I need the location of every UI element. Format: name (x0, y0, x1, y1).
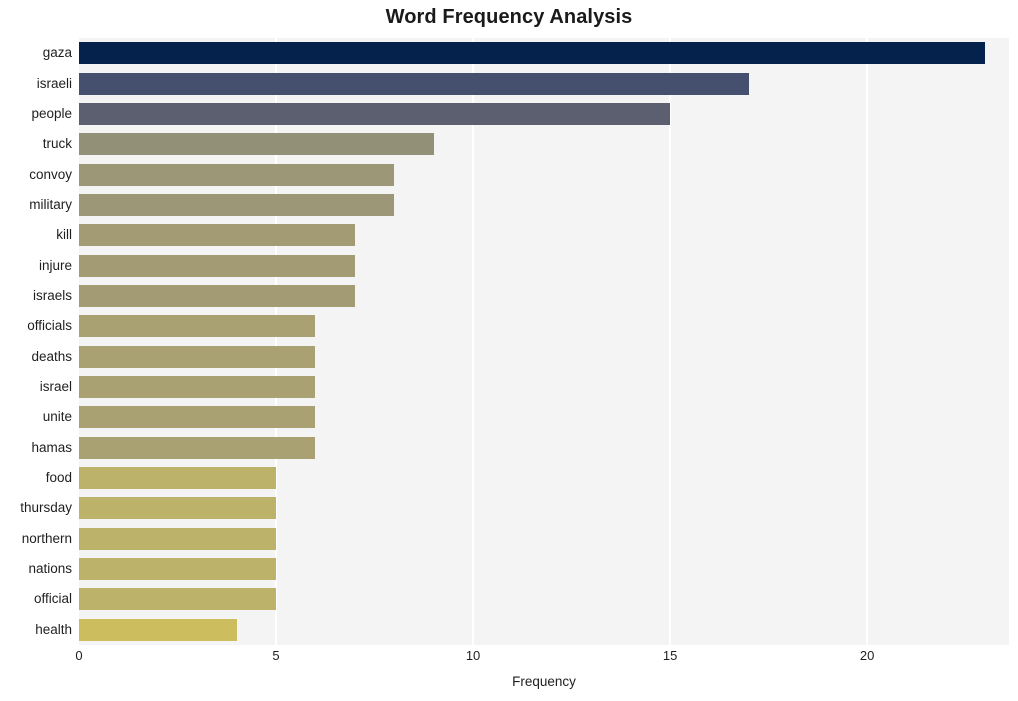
bar-thursday (79, 497, 277, 520)
bar-official (79, 588, 277, 611)
bar-injure (79, 254, 355, 277)
y-axis-label-nations: nations (28, 561, 72, 577)
y-axis-label-food: food (45, 470, 72, 486)
bar-row (79, 102, 1009, 125)
y-axis-label-thursday: thursday (20, 500, 72, 516)
y-axis-label-health: health (35, 621, 72, 637)
bar-row (79, 618, 1009, 641)
bar-row (79, 315, 1009, 338)
bar-deaths (79, 345, 316, 368)
bar-row (79, 345, 1009, 368)
y-axis-label-injure: injure (38, 257, 72, 273)
bar-israeli (79, 72, 749, 95)
bar-northern (79, 527, 277, 550)
bar-health (79, 618, 237, 641)
y-axis-label-official: official (33, 591, 72, 607)
x-axis-tick-15: 15 (662, 648, 678, 663)
y-axis-label-people: people (31, 105, 72, 121)
bar-convoy (79, 163, 395, 186)
x-axis-tick-0: 0 (75, 648, 83, 663)
y-axis-label-israeli: israeli (36, 75, 72, 91)
y-axis-label-hamas: hamas (31, 439, 72, 455)
y-axis-label-unite: unite (42, 409, 72, 425)
y-axis-label-israels: israels (32, 287, 72, 303)
x-axis-ticks: 0 5 10 15 20 (0, 648, 1018, 668)
bars-layer (79, 38, 1009, 645)
bar-row (79, 497, 1009, 520)
bar-row (79, 467, 1009, 490)
bar-row (79, 376, 1009, 399)
bar-row (79, 72, 1009, 95)
y-axis-label-kill: kill (56, 227, 72, 243)
word-frequency-bar-chart: Word Frequency Analysis gaza israeli peopl… (0, 0, 1018, 701)
bar-hamas (79, 436, 316, 459)
bar-row (79, 527, 1009, 550)
bar-row (79, 588, 1009, 611)
y-axis-labels: gaza israeli people truck convoy military kill… (0, 38, 72, 645)
bar-row (79, 133, 1009, 156)
y-axis-label-military: military (29, 196, 72, 212)
bar-truck (79, 133, 434, 156)
y-axis-label-gaza: gaza (42, 45, 72, 61)
bar-gaza (79, 42, 986, 65)
bar-row (79, 163, 1009, 186)
bar-israel (79, 376, 316, 399)
bar-row (79, 254, 1009, 277)
bar-food (79, 467, 277, 490)
y-axis-label-truck: truck (42, 136, 72, 152)
bar-row (79, 193, 1009, 216)
x-axis-tick-10: 10 (465, 648, 481, 663)
chart-title: Word Frequency Analysis (385, 6, 633, 28)
bar-officials (79, 315, 316, 338)
y-axis-label-convoy: convoy (29, 166, 72, 182)
bar-kill (79, 224, 355, 247)
bar-nations (79, 558, 277, 581)
bar-unite (79, 406, 316, 429)
bar-military (79, 193, 395, 216)
bar-israels (79, 284, 355, 307)
y-axis-label-deaths: deaths (31, 348, 72, 364)
y-axis-label-israel: israel (39, 379, 72, 395)
x-axis-tick-5: 5 (272, 648, 280, 663)
x-axis-title: Frequency (512, 674, 576, 689)
x-axis-tick-20: 20 (859, 648, 875, 663)
plot-area (79, 38, 1009, 645)
bar-row (79, 406, 1009, 429)
bar-row (79, 558, 1009, 581)
y-axis-label-officials: officials (27, 318, 72, 334)
bar-row (79, 436, 1009, 459)
bar-row (79, 284, 1009, 307)
bar-people (79, 102, 671, 125)
y-axis-label-northern: northern (21, 530, 72, 546)
bar-row (79, 42, 1009, 65)
bar-row (79, 224, 1009, 247)
